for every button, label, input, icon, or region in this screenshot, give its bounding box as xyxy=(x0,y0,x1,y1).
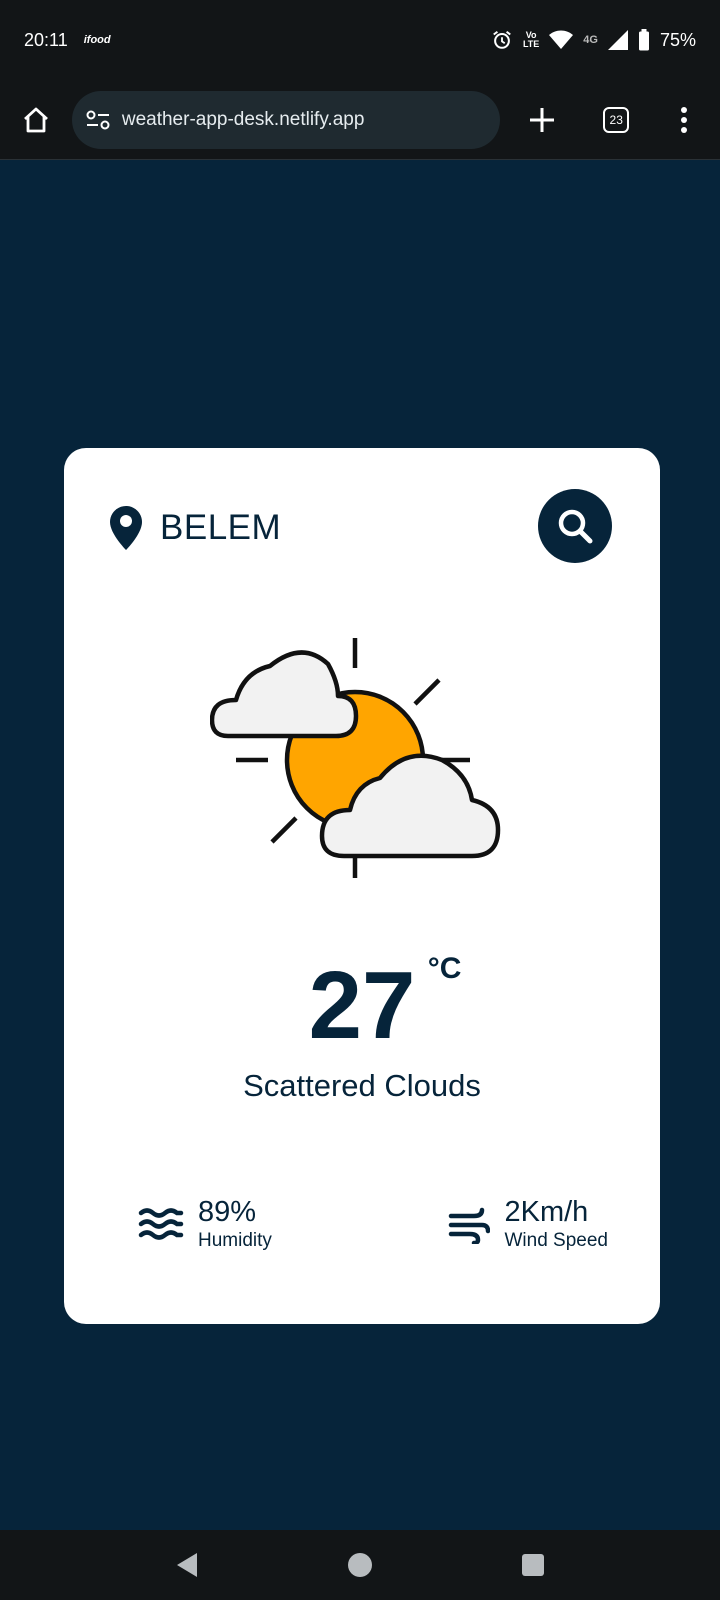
location-pin-icon xyxy=(110,506,142,550)
weather-details: 89% Humidity 2Km/h Wind Speed xyxy=(138,1196,608,1254)
wind-speed: 2Km/h Wind Speed xyxy=(448,1196,608,1254)
ifood-notification-icon: ifood xyxy=(83,34,111,46)
wifi-icon xyxy=(549,30,574,50)
humidity: 89% Humidity xyxy=(138,1196,272,1254)
humidity-waves-icon xyxy=(138,1208,184,1240)
recents-square-icon xyxy=(522,1554,545,1576)
site-settings-icon[interactable] xyxy=(86,109,110,131)
temperature: 27 °C xyxy=(64,952,660,1054)
network-type: 4G xyxy=(583,33,598,46)
city-name: BELEM xyxy=(160,508,282,547)
alarm-icon xyxy=(491,29,513,51)
url-text: weather-app-desk.netlify.app xyxy=(121,108,365,130)
plus-icon xyxy=(530,107,555,132)
address-bar[interactable]: weather-app-desk.netlify.app xyxy=(71,90,501,149)
system-navigation-bar xyxy=(0,1530,720,1600)
home-nav-button[interactable] xyxy=(338,1543,382,1587)
temperature-unit: °C xyxy=(427,952,462,985)
more-vert-icon xyxy=(681,106,688,133)
weather-card: BELEM 27 °C Scattered Clouds 89% Humidit… xyxy=(64,448,660,1324)
status-time: 20:11 xyxy=(24,29,68,50)
back-triangle-icon xyxy=(176,1553,197,1577)
volte-bottom-text: LTE xyxy=(522,39,540,49)
signal-icon xyxy=(607,30,628,50)
new-tab-button[interactable] xyxy=(520,98,564,142)
wind-value: 2Km/h xyxy=(504,1196,589,1228)
tab-count: 23 xyxy=(603,106,630,133)
temperature-group: 27 °C xyxy=(309,952,462,1054)
wind-icon xyxy=(449,1207,491,1244)
search-icon xyxy=(558,509,593,544)
status-right: Vo LTE 4G 75% xyxy=(491,29,696,51)
battery-icon xyxy=(638,29,650,51)
browser-toolbar: weather-app-desk.netlify.app 23 xyxy=(0,80,720,160)
home-circle-icon xyxy=(347,1553,372,1577)
search-button[interactable] xyxy=(538,489,612,563)
home-button[interactable] xyxy=(14,98,58,142)
location: BELEM xyxy=(110,506,281,550)
partly-cloudy-icon xyxy=(209,638,510,888)
weather-description: Scattered Clouds xyxy=(243,1068,481,1103)
back-button[interactable] xyxy=(165,1543,209,1587)
humidity-text: 89% Humidity xyxy=(198,1196,272,1254)
browser-menu-button[interactable] xyxy=(662,98,706,142)
status-bar: 20:11 ifood Vo LTE 4G 75% xyxy=(0,0,720,80)
recents-button[interactable] xyxy=(511,1543,555,1587)
battery-percent: 75% xyxy=(659,29,696,50)
wind-text: 2Km/h Wind Speed xyxy=(504,1196,608,1254)
home-icon xyxy=(23,107,48,132)
temperature-value: 27 xyxy=(308,952,416,1059)
volte-icon: Vo LTE xyxy=(523,31,539,49)
wind-label: Wind Speed xyxy=(504,1230,608,1251)
humidity-label: Humidity xyxy=(198,1230,272,1251)
humidity-value: 89% xyxy=(198,1196,257,1228)
status-left: 20:11 ifood xyxy=(24,30,111,51)
tab-switcher-button[interactable]: 23 xyxy=(594,98,638,142)
